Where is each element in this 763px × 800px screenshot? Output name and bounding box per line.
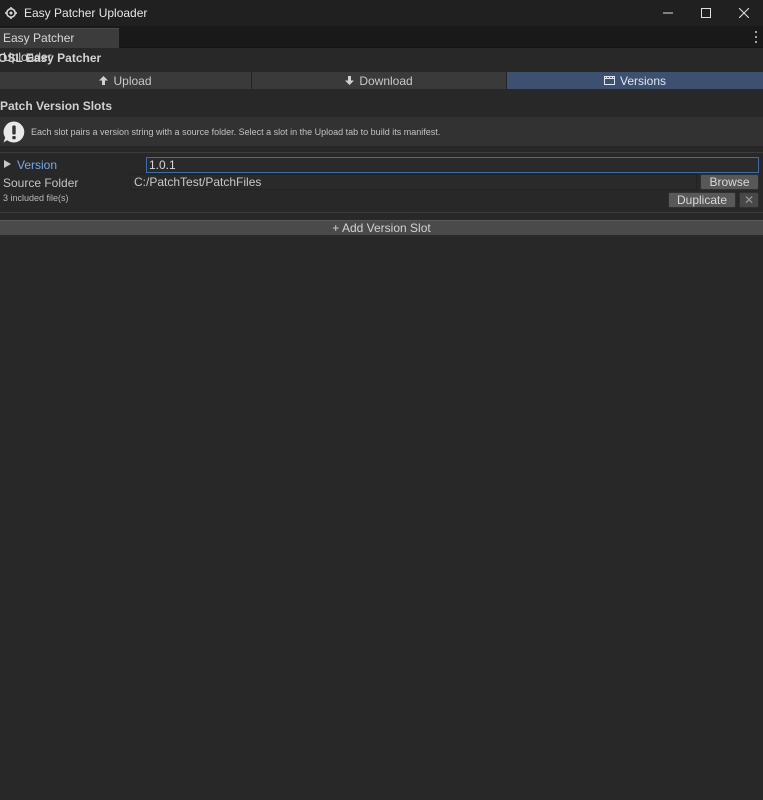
help-box: Each slot pairs a version string with a … bbox=[0, 116, 763, 147]
divider bbox=[0, 152, 763, 153]
arrow-up-icon bbox=[99, 76, 109, 85]
info-bubble-icon bbox=[2, 120, 26, 144]
clapperboard-icon bbox=[603, 76, 615, 85]
tab-versions[interactable]: Versions bbox=[507, 72, 763, 89]
maximize-icon bbox=[701, 8, 711, 18]
main-toolbar: Upload Download Versions bbox=[0, 72, 763, 89]
header-label: OSL Easy Patcher bbox=[0, 51, 102, 65]
duplicate-button[interactable]: Duplicate bbox=[668, 192, 736, 208]
close-icon: ✕ bbox=[743, 193, 755, 207]
divider bbox=[0, 212, 763, 213]
close-button[interactable] bbox=[725, 0, 763, 26]
tab-upload[interactable]: Upload bbox=[0, 72, 252, 89]
section-title: Patch Version Slots bbox=[0, 99, 113, 113]
minimize-icon bbox=[663, 12, 673, 14]
window-title: Easy Patcher Uploader bbox=[24, 6, 148, 20]
close-icon bbox=[739, 8, 749, 18]
minimize-button[interactable] bbox=[649, 0, 687, 26]
version-slot: Version 1.0.1 Source Folder C:/PatchTest… bbox=[0, 155, 763, 211]
tab-upload-label: Upload bbox=[113, 73, 152, 88]
foldout-arrow-icon[interactable] bbox=[4, 160, 11, 168]
remove-slot-button[interactable]: ✕ bbox=[739, 192, 759, 208]
source-folder-label: Source Folder bbox=[3, 176, 79, 190]
window-title-bar: Easy Patcher Uploader bbox=[0, 0, 763, 26]
tab-download[interactable]: Download bbox=[252, 72, 507, 89]
version-label[interactable]: Version bbox=[17, 158, 57, 172]
tab-download-label: Download bbox=[359, 73, 413, 88]
arrow-down-icon bbox=[345, 76, 355, 85]
window-header: OSL Easy Patcher bbox=[0, 48, 763, 72]
tab-versions-label: Versions bbox=[619, 73, 667, 88]
help-text: Each slot pairs a version string with a … bbox=[31, 126, 441, 137]
maximize-button[interactable] bbox=[687, 0, 725, 26]
editor-tab-strip: Easy Patcher Uploader bbox=[0, 26, 763, 64]
window-controls bbox=[649, 0, 763, 26]
version-input[interactable]: 1.0.1 bbox=[146, 157, 759, 173]
editor-tab[interactable]: Easy Patcher Uploader bbox=[0, 28, 119, 64]
unity-gear-icon bbox=[5, 7, 17, 19]
included-files-count: 3 included file(s) bbox=[3, 193, 69, 203]
browse-button[interactable]: Browse bbox=[700, 174, 759, 190]
source-folder-input[interactable]: C:/PatchTest/PatchFiles bbox=[130, 174, 697, 190]
add-version-slot-button[interactable]: + Add Version Slot bbox=[0, 220, 763, 235]
kebab-menu-icon[interactable] bbox=[753, 30, 759, 44]
